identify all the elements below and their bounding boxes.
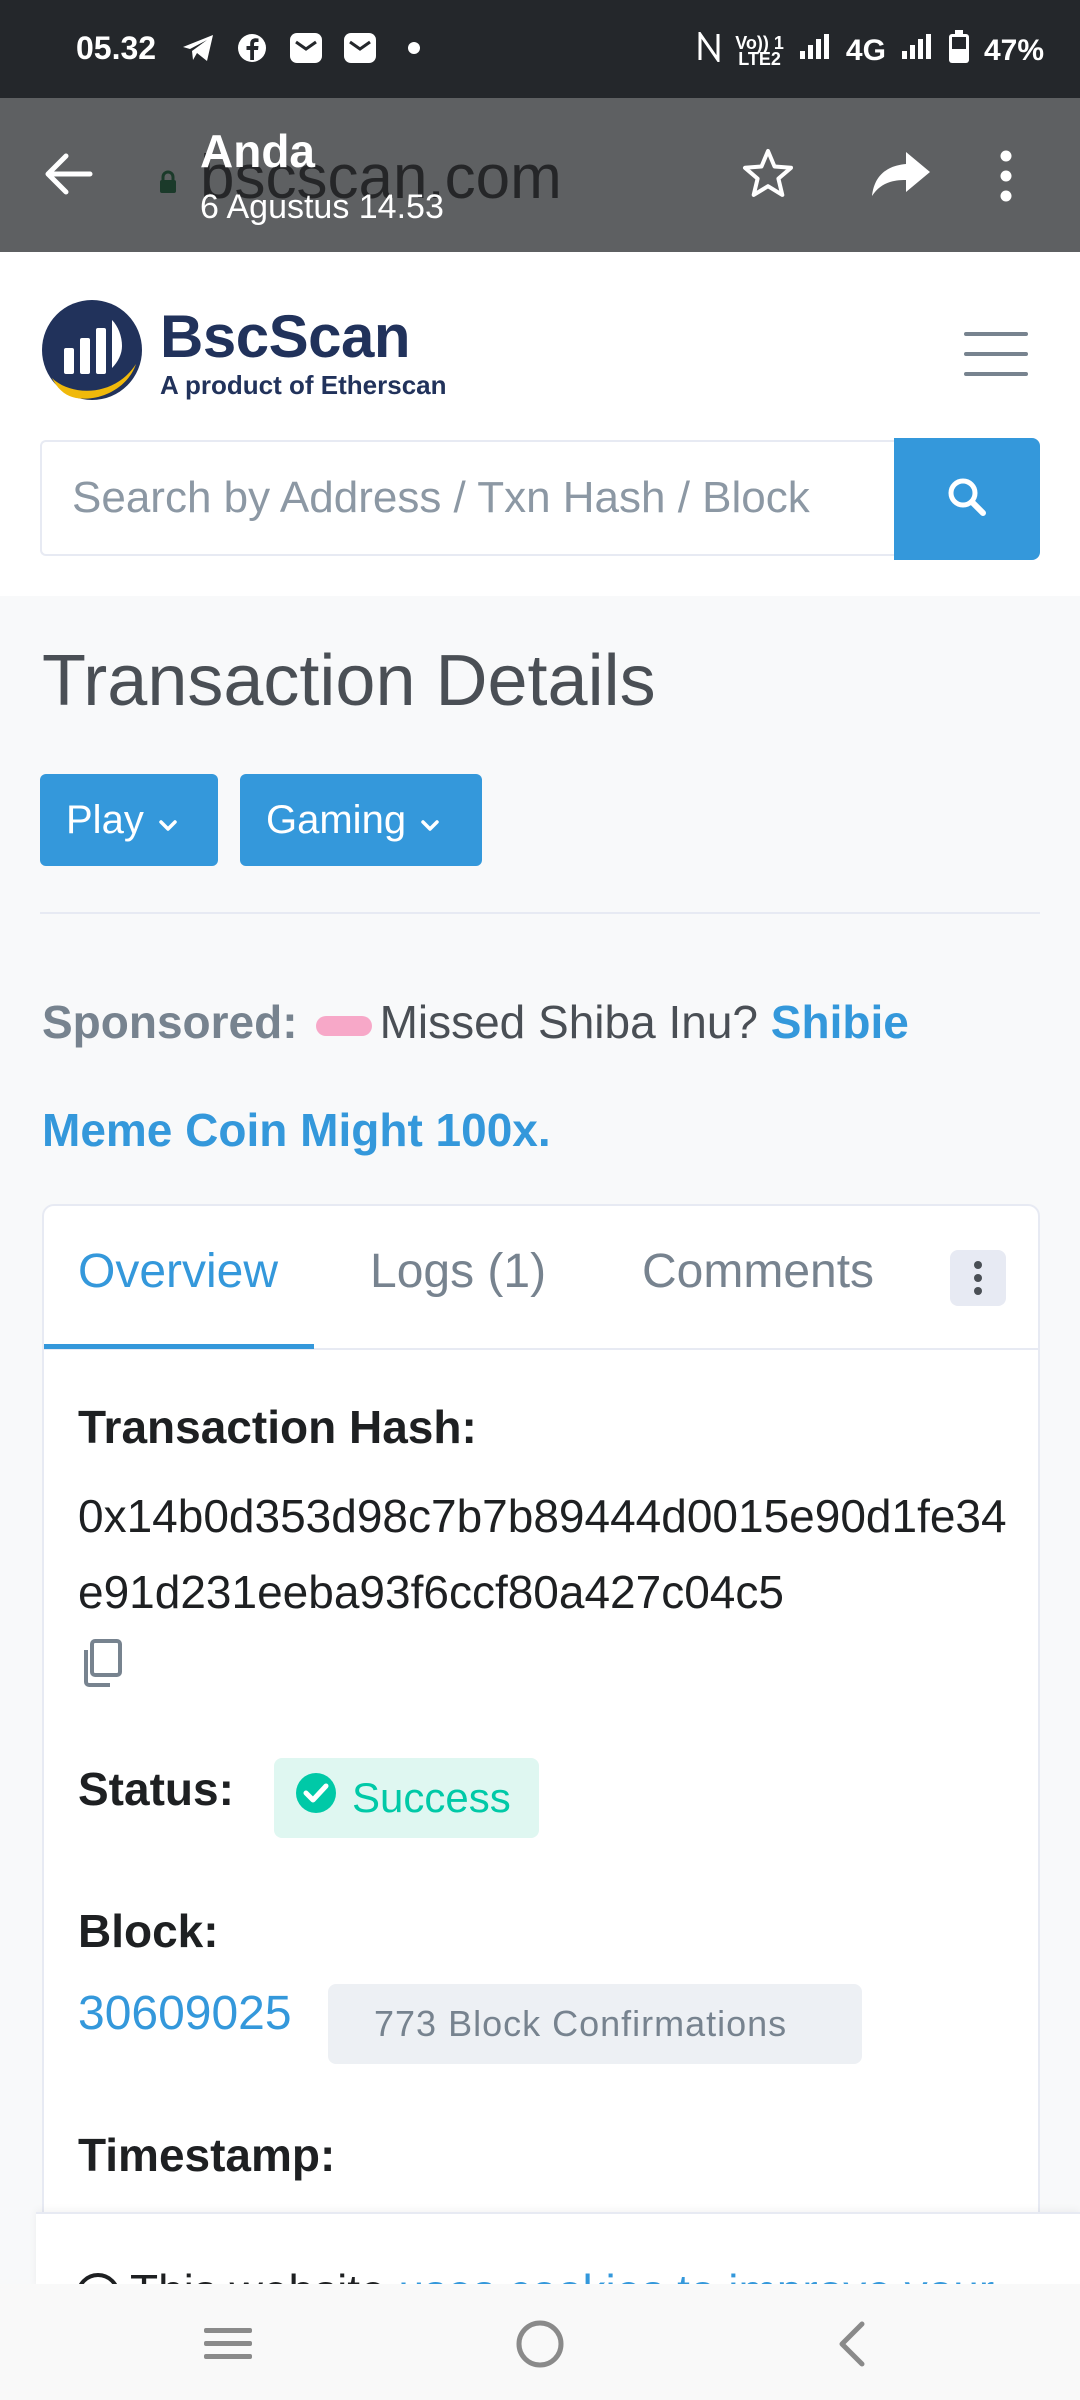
search-icon [945,475,989,524]
search-bar [40,438,1040,560]
bscscan-logo-icon[interactable] [40,298,144,407]
status-bar: 05.32 Vo)) 1 LTE2 4G 47% [0,0,1080,98]
signal-icon [798,33,832,69]
star-icon[interactable] [740,146,796,207]
recent-apps-icon[interactable] [198,2314,258,2374]
status-badge: Success [274,1758,539,1838]
battery-level: 47% [983,34,1044,67]
chevron-down-icon [158,798,178,843]
tab-comments[interactable]: Comments [642,1244,874,1299]
sender-name: Anda [200,125,315,177]
dot-icon [396,30,432,66]
chevron-down-icon [420,798,440,843]
forward-icon[interactable] [870,148,932,205]
notification-icons [180,30,432,66]
mail-icon [288,30,324,66]
page-title: Transaction Details [42,641,656,721]
check-circle-icon [294,1771,338,1825]
search-button[interactable] [894,438,1040,560]
sponsored-banner: Sponsored: Missed Shiba Inu? Shibie Meme … [42,968,1042,1184]
sponsored-text: Missed Shiba Inu? [379,996,759,1048]
nfc-icon [697,29,721,70]
timestamp-label: Timestamp: [78,2129,336,2181]
menu-icon[interactable] [964,332,1028,376]
gaming-button-label: Gaming [266,797,407,842]
share-date: 6 Agustus 14.53 [200,188,444,226]
more-vertical-icon[interactable] [994,148,1018,209]
site-header: BscScan A product of Etherscan [0,252,1080,596]
telegram-icon [180,30,216,66]
mail-icon [342,30,378,66]
block-number-link[interactable]: 30609025 [78,1986,292,2041]
brand-tagline: A product of Etherscan [160,370,447,400]
play-button-label: Play [66,797,144,842]
tab-overview[interactable]: Overview [78,1244,278,1299]
tab-more-icon[interactable] [950,1250,1006,1306]
system-navigation-bar [0,2284,1080,2400]
search-input[interactable] [40,440,895,556]
hash-label: Transaction Hash: [78,1401,477,1453]
play-dropdown-button[interactable]: Play [40,774,218,866]
sponsored-label: Sponsored: [42,996,298,1048]
shared-page-header: bscscan.com Anda 6 Agustus 14.53 [0,98,1080,252]
system-icons: Vo)) 1 LTE2 4G 47% [697,29,1044,72]
cookie-notice: This website uses cookies to improve you… [36,2212,1080,2288]
network-type: 4G [845,34,886,67]
active-tab-indicator [44,1344,314,1349]
back-icon[interactable] [822,2314,882,2374]
status-label: Status: [78,1763,234,1815]
facebook-icon [234,30,270,66]
divider [40,912,1040,914]
status-text: Success [352,1774,511,1821]
status-time: 05.32 [76,30,157,66]
sponsor-logo-icon [315,1015,372,1036]
tab-bar: Overview Logs (1) Comments [44,1206,1038,1350]
signal-icon [900,33,934,69]
tab-logs[interactable]: Logs (1) [370,1244,546,1299]
copy-icon[interactable] [78,1638,124,1693]
volte-indicator: Vo)) 1 LTE2 [735,33,784,69]
gaming-dropdown-button[interactable]: Gaming [240,774,482,866]
block-label: Block: [78,1905,219,1957]
battery-icon [948,30,970,72]
brand-name[interactable]: BscScan [160,302,410,371]
back-arrow-icon[interactable] [40,146,96,207]
lock-icon [158,170,178,199]
transaction-hash: 0x14b0d353d98c7b7b89444d0015e90d1fe34e91… [78,1490,1007,1618]
home-icon[interactable] [510,2314,570,2374]
block-confirmations-badge: 773 Block Confirmations [328,1984,862,2064]
